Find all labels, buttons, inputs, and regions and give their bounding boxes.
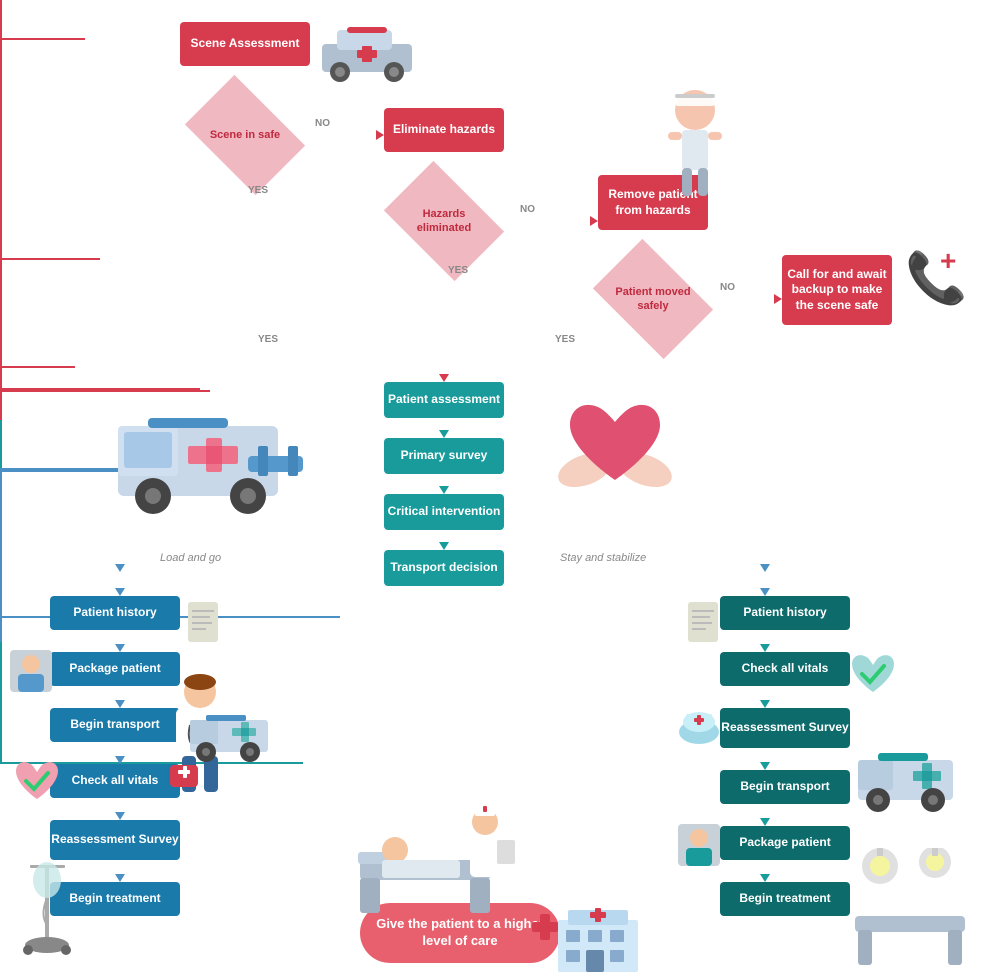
arrow-lph-down [0, 496, 2, 514]
arrow-to-assessment [0, 392, 2, 420]
arrowhead-ci [439, 542, 449, 550]
right-begin-treatment-box: Begin treatment [720, 882, 850, 916]
ah-rcv [760, 700, 770, 708]
ah-lph [115, 644, 125, 652]
ambulance-small-left [182, 710, 282, 765]
arrow-lp-down [0, 514, 2, 532]
yes-label-right: YES [555, 334, 575, 345]
right-check-vitals-box: Check all vitals [720, 652, 850, 686]
eliminate-hazards-box: Eliminate hazards [384, 108, 504, 152]
nurse-patient-illustration [350, 770, 520, 920]
right-vertical [0, 618, 2, 642]
transport-decision-box: Transport decision [384, 550, 504, 586]
arrow-hazards-no [0, 258, 100, 260]
ah-left-v1 [115, 588, 125, 596]
no-label-1: NO [315, 118, 330, 129]
arrow-rph-down [0, 642, 2, 660]
arrow-patient-yes [0, 368, 2, 388]
patient-moved-diamond: Patient moved safely [603, 264, 703, 334]
svg-text:📞: 📞 [905, 246, 968, 306]
ah-lcv [115, 812, 125, 820]
right-reassessment-box: Reassessment Survey [720, 708, 850, 748]
police-car-illustration [312, 14, 432, 84]
heart-check-right [848, 648, 898, 698]
arrow-rrs-down [0, 678, 2, 696]
arrow-lcv-down [0, 550, 2, 568]
no-label-2: NO [520, 204, 535, 215]
arrowhead-assessment [439, 374, 449, 382]
yes-label-scene: YES [248, 185, 268, 196]
critical-intervention-box: Critical intervention [384, 494, 504, 530]
arrow-patient-no [0, 366, 75, 368]
doc-icon-left [186, 600, 222, 644]
phone-icon-illustration: 📞 + [900, 240, 970, 310]
call-backup-box: Call for and await backup to make the sc… [782, 255, 892, 325]
ah-rp [760, 874, 770, 882]
arrow-pa-down [0, 420, 2, 436]
patient-figure-illustration [660, 80, 730, 200]
patient-assessment-box: Patient assessment [384, 382, 504, 418]
ah-rrs [760, 762, 770, 770]
svg-text:+: + [940, 245, 956, 276]
medical-equipment-left [10, 860, 90, 960]
person-avatar-left [8, 648, 54, 694]
arrow-rp-down [0, 714, 2, 732]
right-begin-transport-box: Begin transport [720, 770, 850, 804]
ambulance-illustration-left [88, 396, 308, 526]
no-label-3: NO [720, 282, 735, 293]
arrowhead-patient-no [774, 294, 782, 304]
left-vertical [0, 472, 2, 496]
yes-label-left: YES [258, 334, 278, 345]
arrow-scene-safe-no [0, 38, 85, 40]
hospital-illustration [548, 900, 648, 972]
stay-stabilize-label: Stay and stabilize [560, 552, 646, 564]
right-patient-history-box: Patient history [720, 596, 850, 630]
arrow-hazards-yes [0, 260, 2, 328]
arrow-scene-yes-down [0, 40, 2, 220]
nurse-hat-right [676, 700, 722, 746]
arrowhead-stay-right [760, 564, 770, 572]
ah-right-v1 [760, 588, 770, 596]
heart-hands-illustration [550, 380, 680, 510]
ah-lbt [115, 756, 125, 764]
right-package-box: Package patient [720, 826, 850, 860]
arrow-scene-to-diamond [0, 0, 2, 38]
arrow-lrs-down [0, 568, 2, 586]
arrow-rbt2-down [0, 732, 2, 762]
ah-rbt [760, 818, 770, 826]
ah-rph [760, 644, 770, 652]
arrow-ps-down [0, 436, 2, 452]
surgery-table-right [840, 848, 980, 968]
heart-check-left [12, 755, 62, 805]
person-avatar-right [676, 822, 722, 868]
flowchart-diagram: Scene Assessment Scene in safe NO YES El… [0, 0, 985, 972]
arrowhead-hazards-no [590, 216, 598, 226]
scene-assessment-box: Scene Assessment [180, 22, 310, 66]
arrow-rbt-down [0, 696, 2, 714]
hazards-eliminated-diamond: Hazards eliminated [394, 186, 494, 256]
arrow-lbt-down [0, 532, 2, 550]
scene-safe-diamond: Scene in safe [195, 100, 295, 170]
arrow-ci-down [0, 452, 2, 468]
arrowhead-load-left [115, 564, 125, 572]
arrow-lbt2-down [0, 586, 2, 616]
left-patient-history-box: Patient history [50, 596, 180, 630]
doc-icon-right [686, 600, 722, 644]
primary-survey-box: Primary survey [384, 438, 504, 474]
arrow-rcv-down [0, 660, 2, 678]
ah-lp [115, 700, 125, 708]
arrowhead-pa [439, 430, 449, 438]
arrow-yes-right [0, 390, 210, 392]
arrowhead-no-right [376, 130, 384, 140]
arrowhead-ps [439, 486, 449, 494]
left-reassessment-box: Reassessment Survey [50, 820, 180, 860]
red-cross-final [530, 912, 560, 942]
yes-label-hazards: YES [448, 265, 468, 276]
ambulance-illustration-right [848, 745, 968, 815]
arrow-remove-down [0, 328, 2, 366]
arrow-elim-down [0, 220, 2, 258]
ah-lrs [115, 874, 125, 882]
load-go-label: Load and go [160, 552, 221, 564]
